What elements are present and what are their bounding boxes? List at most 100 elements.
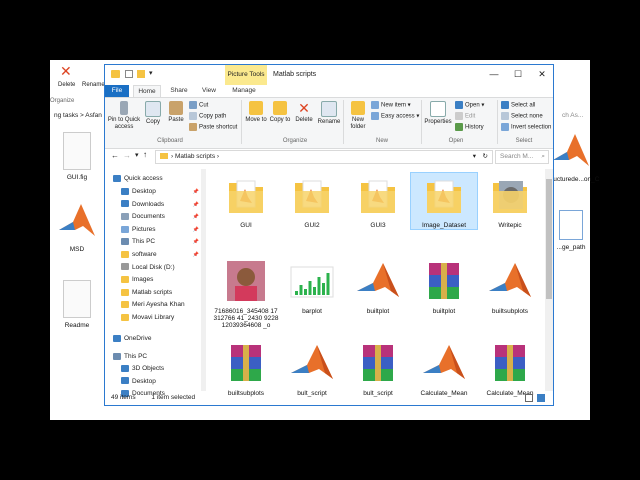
file-item[interactable]: builtplot — [345, 259, 411, 315]
history-button[interactable]: History — [455, 123, 484, 132]
paste-shortcut-button[interactable]: Paste shortcut — [189, 123, 237, 132]
pin-icon[interactable]: 📌 — [193, 211, 199, 223]
file-item[interactable]: Calculate_Mean — [411, 341, 477, 397]
recent-dropdown-icon[interactable]: ▾ — [135, 151, 139, 159]
properties-button[interactable]: Properties — [423, 101, 453, 126]
content-scrollbar[interactable] — [545, 169, 553, 391]
file-item[interactable]: 71686016_345408 17312766 41_2430 9228120… — [213, 259, 279, 329]
rename-button[interactable]: Rename — [317, 101, 341, 126]
bg-organize-label: Organize — [50, 98, 75, 104]
file-item[interactable]: Calculate_Mean — [477, 341, 543, 397]
new-item-button[interactable]: New item ▾ — [371, 101, 411, 110]
copy-path-button[interactable]: Copy path — [189, 112, 226, 121]
pin-icon[interactable]: 📌 — [193, 199, 199, 211]
close-button[interactable]: ✕ — [531, 65, 553, 83]
bg-file-msd: MSD — [52, 200, 102, 253]
file-item[interactable]: builtsubplots — [477, 259, 543, 315]
pin-icon[interactable]: 📌 — [193, 249, 199, 261]
nav-label: Desktop — [132, 188, 156, 195]
pin-quick-access-button[interactable]: Pin to Quick access — [107, 101, 141, 131]
pin-icon — [120, 101, 128, 115]
file-item[interactable]: builtplot — [411, 259, 477, 315]
move-to-button[interactable]: Move to — [245, 101, 267, 124]
tab-home[interactable]: Home — [133, 85, 161, 97]
invert-selection-button[interactable]: Invert selection — [501, 123, 551, 132]
address-input[interactable]: › Matlab scripts › ▾ ↻ — [155, 150, 493, 164]
up-arrow-icon[interactable]: ↑ — [143, 150, 147, 159]
matlab-icon — [59, 204, 95, 236]
tab-file[interactable]: File — [105, 85, 129, 97]
folder-icon-graphic — [361, 180, 395, 213]
cut-button[interactable]: Cut — [189, 101, 208, 110]
nav-pc-item[interactable]: Desktop — [105, 376, 203, 388]
pin-icon[interactable]: 📌 — [193, 236, 199, 248]
quick-access-dropdown-icon[interactable]: ▾ — [149, 69, 153, 77]
maximize-button[interactable]: ☐ — [507, 65, 529, 83]
new-group-label: New — [375, 138, 388, 144]
file-item[interactable]: GUI2 — [279, 173, 345, 229]
nav-label: Matlab scripts — [132, 288, 173, 296]
file-item[interactable]: bult_script — [345, 341, 411, 397]
folder-icon — [121, 377, 129, 385]
search-input[interactable]: Search M... ⌕ — [495, 150, 549, 164]
large-icons-view-icon[interactable] — [537, 394, 545, 402]
nav-item[interactable]: Images — [105, 274, 203, 286]
nav-item[interactable]: Documents 📌 — [105, 211, 203, 223]
matlab-icon — [419, 341, 469, 387]
file-item[interactable]: builtsubplots — [213, 341, 279, 397]
file-item[interactable]: barplot — [279, 259, 345, 315]
folder-icon-graphic — [295, 180, 329, 213]
select-none-button[interactable]: Select none — [501, 112, 543, 121]
folder-icon — [221, 173, 271, 219]
file-item[interactable]: bult_script — [279, 341, 345, 397]
delete-button[interactable]: ✕ Delete — [293, 101, 315, 124]
matlab-icon-graphic — [489, 263, 531, 297]
nav-item[interactable]: Desktop 📌 — [105, 186, 203, 198]
file-item[interactable]: GUI — [213, 173, 279, 229]
tab-view[interactable]: View — [197, 85, 221, 97]
file-item[interactable]: Image_Dataset — [410, 172, 478, 230]
nav-label: Desktop — [132, 377, 156, 385]
pin-icon[interactable]: 📌 — [193, 224, 199, 236]
breadcrumb-current[interactable]: Matlab scripts — [175, 153, 215, 160]
nav-item[interactable]: Pictures 📌 — [105, 224, 203, 236]
tab-manage[interactable]: Manage — [227, 85, 261, 97]
nav-item[interactable]: software 📌 — [105, 249, 203, 261]
tab-share[interactable]: Share — [165, 85, 193, 97]
nav-scrollbar[interactable] — [201, 169, 206, 391]
select-group-label: Select — [515, 138, 533, 144]
nav-pc-item[interactable]: 3D Objects — [105, 363, 203, 375]
copy-button[interactable]: Copy — [143, 101, 163, 126]
nav-item[interactable]: Matlab scripts — [105, 287, 203, 299]
nav-this-pc[interactable]: This PC — [105, 351, 203, 363]
properties-quick-icon[interactable] — [125, 70, 133, 78]
minimize-button[interactable]: — — [483, 65, 505, 83]
barplot-thumbnail-graphic — [290, 266, 334, 298]
back-arrow-icon[interactable]: ← — [111, 151, 119, 160]
pin-icon[interactable]: 📌 — [193, 186, 199, 198]
address-dropdown-icon[interactable]: ▾ — [473, 151, 476, 163]
nav-item[interactable]: Movavi Library — [105, 312, 203, 324]
file-item[interactable]: GUI3 — [345, 173, 411, 229]
details-view-icon[interactable] — [525, 394, 533, 402]
refresh-icon[interactable]: ↻ — [483, 151, 488, 163]
nav-item[interactable]: Downloads 📌 — [105, 199, 203, 211]
nav-item[interactable]: Local Disk (D:) — [105, 262, 203, 274]
scrollbar-thumb[interactable] — [546, 179, 552, 299]
new-folder-quick-icon[interactable] — [137, 70, 145, 78]
easy-access-button[interactable]: Easy access ▾ — [371, 112, 419, 121]
copy-to-button[interactable]: Copy to — [269, 101, 291, 124]
nav-item[interactable]: This PC 📌 — [105, 236, 203, 248]
nav-item[interactable]: Meri Ayesha Khan — [105, 299, 203, 311]
nav-quick-access[interactable]: Quick access — [105, 173, 203, 185]
edit-button[interactable]: Edit — [455, 112, 475, 121]
paste-button[interactable]: Paste — [165, 101, 187, 124]
select-all-icon — [501, 101, 509, 109]
forward-arrow-icon[interactable]: → — [123, 151, 131, 160]
easy-access-icon — [371, 112, 379, 120]
file-item[interactable]: Writepic — [477, 173, 543, 229]
select-all-button[interactable]: Select all — [501, 101, 535, 110]
new-folder-button[interactable]: New folder — [347, 101, 369, 131]
nav-onedrive[interactable]: OneDrive — [105, 333, 203, 345]
open-button[interactable]: Open ▾ — [455, 101, 484, 110]
